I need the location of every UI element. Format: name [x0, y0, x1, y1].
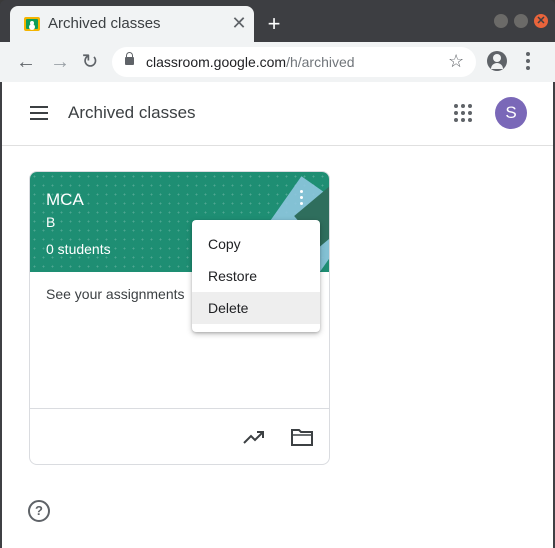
address-bar[interactable]: classroom.google.com/h/archived ☆ [112, 47, 476, 77]
avatar[interactable]: S [495, 97, 527, 129]
page-content: Archived classes S MCA B 0 students See … [2, 82, 553, 548]
lock-icon[interactable] [125, 52, 134, 65]
browser-toolbar: ← → ↻ classroom.google.com/h/archived ☆ [0, 42, 555, 82]
class-section: B [46, 214, 56, 230]
tab-title: Archived classes [48, 15, 161, 32]
url-path: /h/archived [286, 54, 355, 70]
forward-arrow-icon[interactable]: → [48, 50, 72, 74]
tab-close-icon[interactable]: ✕ [229, 13, 249, 33]
menu-item-restore[interactable]: Restore [192, 260, 320, 292]
url-text: classroom.google.com/h/archived [146, 54, 355, 70]
see-assignments-link[interactable]: See your assignments [46, 286, 185, 302]
browser-tab[interactable]: Archived classes ✕ [10, 6, 254, 42]
classroom-icon [24, 17, 40, 31]
app-bar: Archived classes S [2, 82, 553, 146]
google-apps-icon[interactable] [454, 104, 472, 122]
class-card-footer [30, 408, 329, 464]
minimize-button[interactable] [494, 14, 508, 28]
maximize-button[interactable] [514, 14, 528, 28]
hamburger-menu-icon[interactable] [30, 106, 50, 122]
tab-strip: Archived classes ✕ + ✕ [0, 0, 555, 42]
folder-icon[interactable] [290, 427, 314, 447]
profile-icon[interactable] [487, 51, 507, 71]
new-tab-button[interactable]: + [264, 13, 284, 35]
more-options-icon[interactable] [296, 190, 308, 210]
page-title: Archived classes [68, 103, 196, 122]
help-icon[interactable]: ? [28, 500, 50, 522]
student-count: 0 students [46, 241, 111, 257]
menu-item-copy[interactable]: Copy [192, 228, 320, 260]
browser-window: Archived classes ✕ + ✕ ← → ↻ classroom.g… [0, 0, 555, 548]
url-host: classroom.google.com [146, 54, 287, 70]
window-close-button[interactable]: ✕ [534, 14, 548, 28]
class-options-menu: Copy Restore Delete [192, 220, 320, 332]
bookmark-star-icon[interactable]: ☆ [448, 51, 464, 72]
menu-item-delete[interactable]: Delete [192, 292, 320, 324]
back-arrow-icon[interactable]: ← [14, 50, 38, 74]
reload-icon[interactable]: ↻ [78, 50, 102, 74]
class-name[interactable]: MCA [46, 190, 84, 210]
browser-menu-icon[interactable] [520, 52, 536, 72]
trending-up-icon[interactable] [242, 427, 266, 447]
